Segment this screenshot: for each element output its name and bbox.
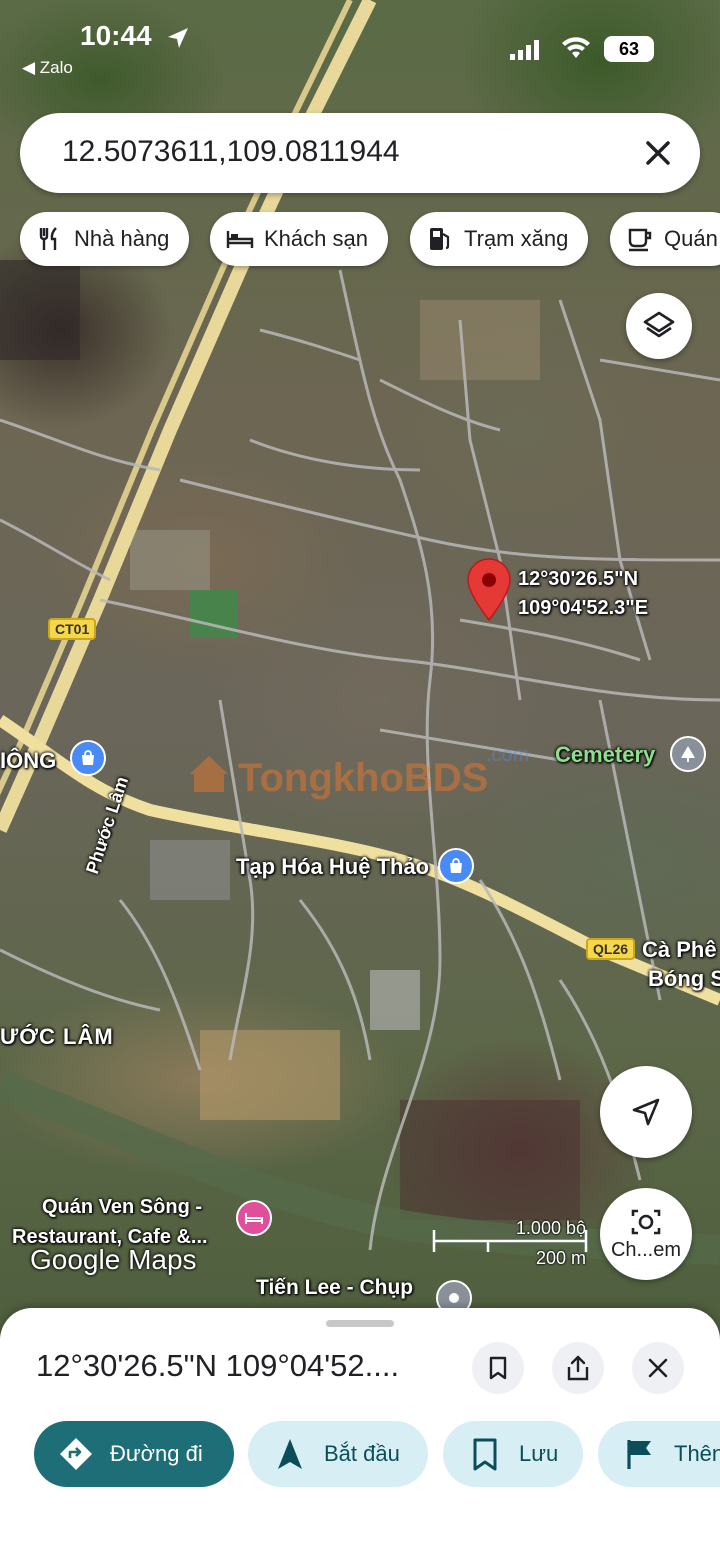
share-button[interactable]	[552, 1342, 604, 1394]
place-label-quan-ven-song-line1: Quán Ven Sông -	[42, 1196, 203, 1218]
watermark-text: TongkhoBDS	[238, 756, 489, 800]
chip-label: Quán	[664, 226, 718, 251]
pin-longitude-label: 109°04'52.3"E	[518, 597, 649, 619]
map-scale: 1.000 bộ 200 m	[432, 1218, 592, 1268]
shopping-bag-icon[interactable]	[70, 740, 106, 776]
start-label: Bắt đầu	[324, 1441, 400, 1466]
chip-restaurants[interactable]: Nhà hàng	[20, 212, 190, 266]
search-bar[interactable]: 12.5073611,109.0811944	[20, 113, 700, 193]
close-icon[interactable]	[640, 135, 676, 171]
road-shield-ql26: QL26	[586, 938, 636, 960]
chip-coffee[interactable]: Quán	[610, 212, 720, 266]
clock: 10:44	[80, 20, 152, 51]
add-label: Thên	[674, 1441, 720, 1466]
navigate-arrow-icon	[278, 1439, 302, 1469]
directions-label: Đường đi	[110, 1441, 203, 1466]
my-location-button[interactable]	[600, 1066, 692, 1158]
bed-icon	[226, 231, 254, 248]
status-bar: 10:44 ◀ Zalo 63	[0, 0, 720, 90]
watermark: TongkhoBDS .com	[186, 740, 546, 810]
start-button[interactable]: Bắt đầu	[248, 1421, 428, 1487]
place-title: 12°30'26.5"N 109°04'52....	[36, 1348, 400, 1383]
layers-button[interactable]	[626, 293, 692, 359]
hotel-bed-icon[interactable]	[236, 1200, 272, 1236]
save-button[interactable]	[472, 1342, 524, 1394]
place-details-sheet[interactable]: 12°30'26.5"N 109°04'52.... Đường đi Bắt …	[0, 1308, 720, 1558]
lens-label: Ch...em	[610, 1238, 682, 1261]
directions-icon	[60, 1438, 92, 1470]
close-icon	[648, 1358, 668, 1378]
watermark-suffix: .com	[486, 744, 530, 766]
road-shield-ct01: CT01	[48, 618, 97, 640]
close-sheet-button[interactable]	[632, 1342, 684, 1394]
bookmark-icon	[489, 1356, 507, 1380]
save-pill-button[interactable]: Lưu	[443, 1421, 583, 1487]
cemetery-icon[interactable]	[670, 736, 706, 772]
search-query[interactable]: 12.5073611,109.0811944	[62, 135, 400, 169]
location-pin-icon[interactable]	[466, 558, 512, 622]
place-label-left-edge: IÔNG	[0, 748, 57, 773]
place-label-tap-hoa: Tạp Hóa Huệ Thảo	[236, 854, 430, 879]
chip-label: Nhà hàng	[74, 226, 170, 251]
chip-label: Trạm xăng	[464, 226, 569, 251]
place-label-tien-lee: Tiến Lee - Chụp	[256, 1276, 414, 1299]
directions-button[interactable]: Đường đi	[34, 1421, 234, 1487]
lens-button[interactable]: Ch...em	[600, 1188, 692, 1280]
place-label-ca-phe-line2: Bóng S	[648, 966, 720, 991]
sheet-drag-handle[interactable]	[326, 1320, 394, 1327]
bookmark-icon	[473, 1438, 497, 1471]
flag-icon	[627, 1440, 651, 1469]
back-to-app-link[interactable]: ◀ Zalo	[22, 58, 73, 78]
pin-latitude-label: 12°30'26.5"N	[518, 568, 639, 590]
shopping-bag-icon[interactable]	[438, 848, 474, 884]
google-maps-logo: Google Maps	[30, 1244, 197, 1275]
camera-lens-icon	[631, 1209, 661, 1234]
cellular-signal-icon	[510, 40, 539, 60]
chip-gas-stations[interactable]: Trạm xăng	[410, 212, 589, 266]
fork-knife-icon	[39, 227, 57, 250]
gas-pump-icon	[430, 228, 450, 250]
share-icon	[567, 1355, 589, 1381]
save-label: Lưu	[519, 1441, 559, 1466]
battery-indicator: 63	[604, 36, 654, 62]
navigation-arrow-icon	[632, 1098, 660, 1126]
layers-icon	[643, 311, 675, 338]
wifi-icon	[562, 37, 590, 58]
scale-meters: 200 m	[535, 1248, 586, 1268]
place-label-cemetery: Cemetery	[555, 742, 656, 767]
house-logo-icon	[190, 756, 228, 792]
chip-hotels[interactable]: Khách sạn	[210, 212, 388, 266]
coffee-icon	[628, 228, 652, 252]
area-label-phuoc-lam: ƯỚC LÂM	[0, 1024, 114, 1049]
chip-label: Khách sạn	[264, 226, 368, 251]
add-button[interactable]: Thên	[598, 1421, 720, 1487]
location-arrow-icon	[168, 28, 188, 48]
place-label-ca-phe-line1: Cà Phê	[642, 937, 717, 962]
